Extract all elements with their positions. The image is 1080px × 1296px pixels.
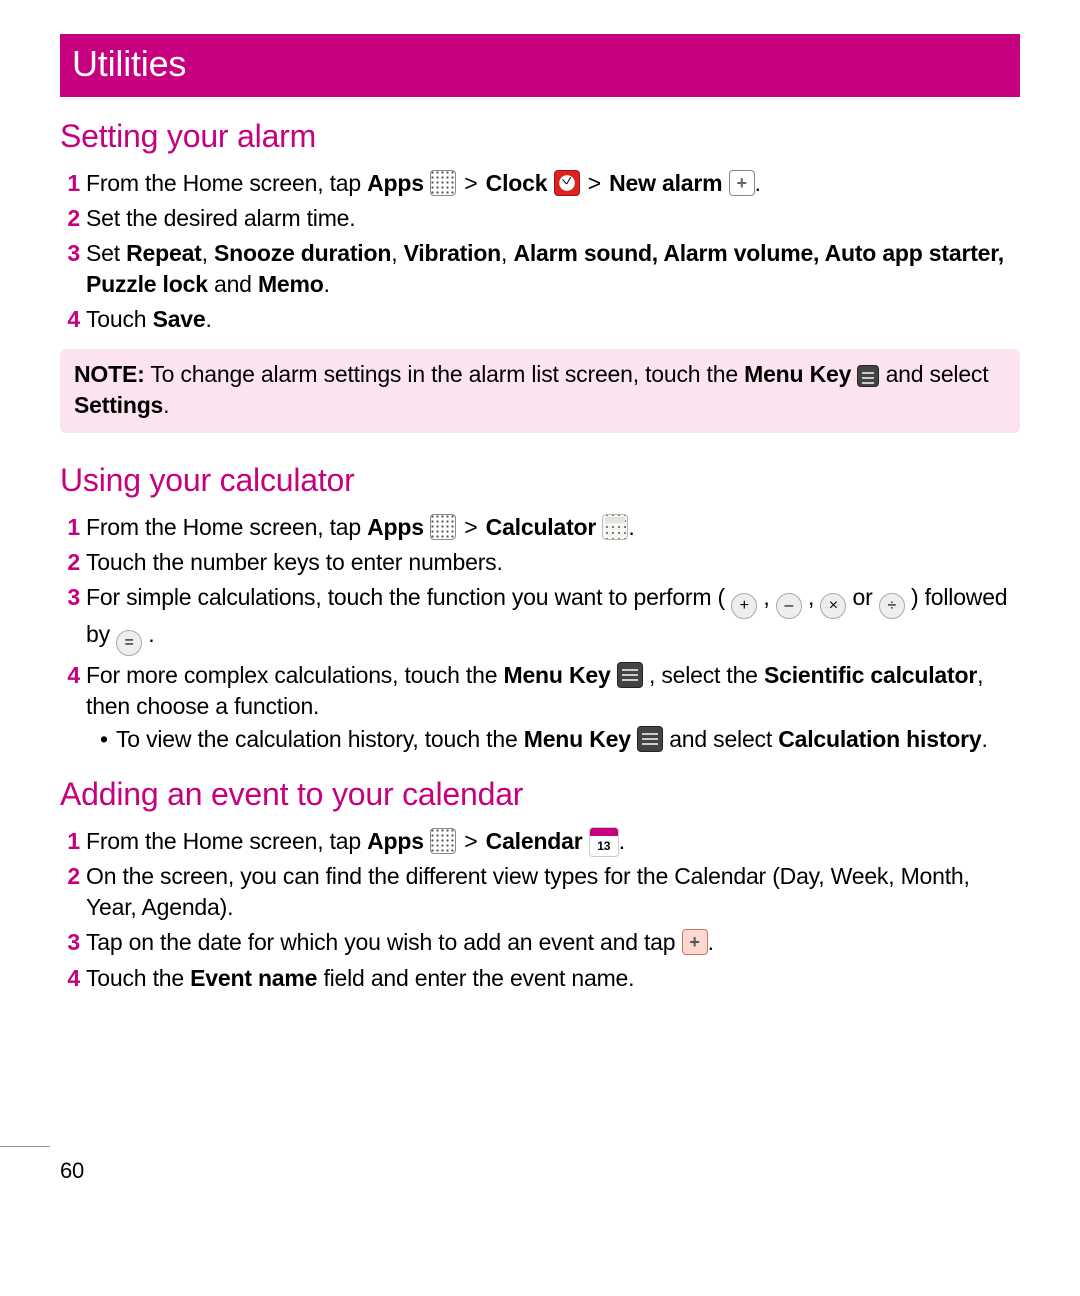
cal-step-4: 4 Touch the Event name field and enter t… (60, 963, 1020, 994)
apps-icon (430, 828, 456, 854)
equals-icon: = (116, 630, 142, 656)
alarm-step-4: 4 Touch Save. (60, 304, 1020, 335)
calc-step-3: 3 For simple calculations, touch the fun… (60, 582, 1020, 656)
minus-icon: – (776, 593, 802, 619)
calc-step-4-bullet: To view the calculation history, touch t… (86, 724, 1020, 755)
section-heading-calculator: Using your calculator (60, 459, 1020, 502)
calendar-icon (589, 827, 619, 857)
calc-step-1: 1 From the Home screen, tap Apps > Calcu… (60, 512, 1020, 543)
section-heading-alarm: Setting your alarm (60, 115, 1020, 158)
alarm-step-1: 1 From the Home screen, tap Apps > Clock… (60, 168, 1020, 199)
apps-icon (430, 170, 456, 196)
multiply-icon: × (820, 593, 846, 619)
cal-step-2: 2 On the screen, you can find the differ… (60, 861, 1020, 923)
add-icon (729, 170, 755, 196)
alarm-note-box: NOTE: To change alarm settings in the al… (60, 349, 1020, 433)
cal-step-1: 1 From the Home screen, tap Apps > Calen… (60, 826, 1020, 857)
page-title-bar: Utilities (60, 34, 1020, 97)
apps-icon (430, 514, 456, 540)
menu-key-icon (857, 365, 879, 387)
section-heading-calendar: Adding an event to your calendar (60, 773, 1020, 816)
calc-step-2: 2 Touch the number keys to enter numbers… (60, 547, 1020, 578)
menu-key-icon (637, 726, 663, 752)
divide-icon: ÷ (879, 593, 905, 619)
page-number: 60 (60, 1156, 84, 1186)
alarm-step-3: 3 Set Repeat, Snooze duration, Vibration… (60, 238, 1020, 300)
page-title: Utilities (72, 43, 186, 84)
plus-icon: + (731, 593, 757, 619)
calc-step-4: 4 For more complex calculations, touch t… (60, 660, 1020, 755)
clock-icon (554, 170, 580, 196)
alarm-step-2: 2 Set the desired alarm time. (60, 203, 1020, 234)
cal-step-3: 3 Tap on the date for which you wish to … (60, 927, 1020, 958)
calculator-icon (602, 514, 628, 540)
menu-key-icon (617, 662, 643, 688)
add-event-icon (682, 929, 708, 955)
